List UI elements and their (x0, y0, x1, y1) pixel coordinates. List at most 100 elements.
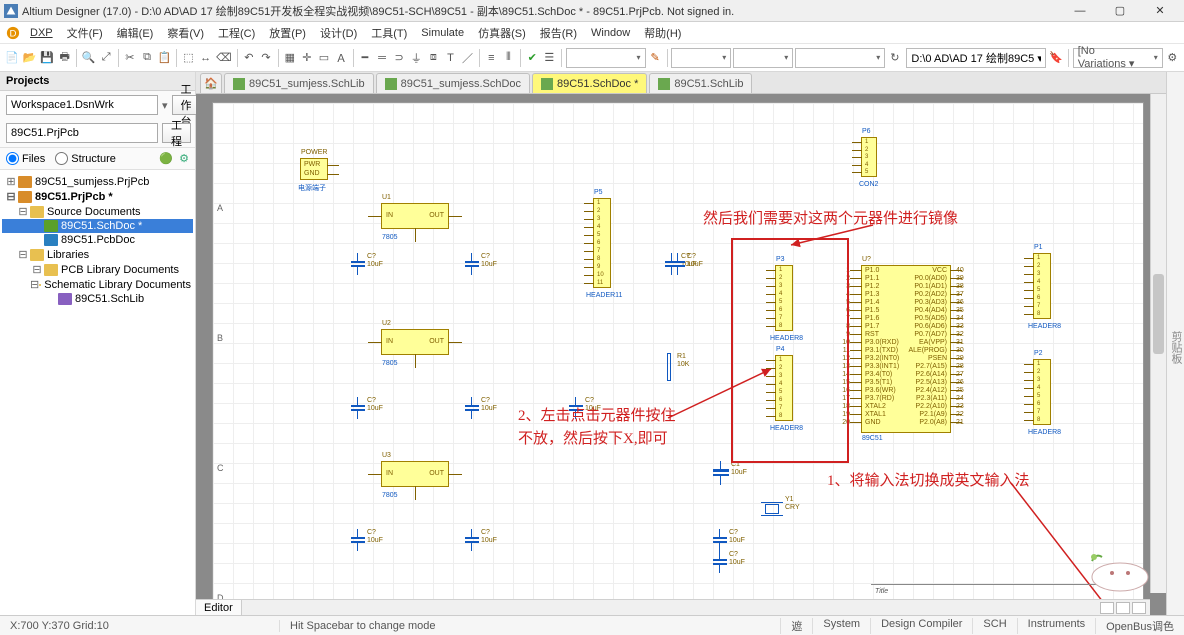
crystal-y1[interactable]: Y1 CRY (761, 498, 783, 522)
header-p2[interactable]: P2 HEADER8 12345678 (1033, 359, 1051, 425)
menu-file[interactable]: 文件(F) (60, 23, 110, 43)
filter-icon[interactable]: ☰ (542, 47, 557, 69)
refresh-tree-icon[interactable]: 🟢 (159, 152, 173, 165)
header-p5[interactable]: P5 HEADER11 1234567891011 (593, 198, 611, 288)
check-icon[interactable]: ✔ (525, 47, 540, 69)
part-icon[interactable]: ⧈ (426, 47, 441, 69)
paste-icon[interactable]: 📋 (157, 47, 173, 69)
refresh-icon[interactable]: ↻ (887, 47, 902, 69)
settings-tree-icon[interactable]: ⚙ (179, 152, 189, 165)
select-icon[interactable]: ⬚ (181, 47, 196, 69)
netlabel-icon[interactable]: Ａ (334, 47, 349, 69)
net-combo[interactable] (795, 48, 885, 68)
doc-tab[interactable]: 89C51_sumjess.SchLib (224, 73, 374, 93)
clear-icon[interactable]: ⌫ (215, 47, 233, 69)
save-icon[interactable]: 💾 (39, 47, 55, 69)
regulator-u1[interactable]: U1 IN OUT 7805 (381, 203, 449, 229)
menu-view[interactable]: 察看(V) (160, 23, 211, 43)
scrollbar-vertical[interactable] (1150, 94, 1166, 593)
project-input[interactable] (6, 123, 158, 143)
menu-sim[interactable]: 仿真器(S) (471, 23, 533, 43)
capacitor[interactable]: C? 10uF (463, 397, 481, 419)
port-icon[interactable]: ⊃ (392, 47, 407, 69)
close-button[interactable]: ✕ (1140, 1, 1180, 21)
status-cell[interactable]: Instruments (1017, 618, 1095, 634)
status-cell[interactable]: System (812, 618, 870, 634)
header-p1[interactable]: P1 HEADER8 12345678 (1033, 253, 1051, 319)
capacitor[interactable]: C? 10uF (349, 529, 367, 551)
capacitor[interactable]: C? 10uF (463, 253, 481, 275)
power-icon[interactable]: ⏚ (409, 47, 424, 69)
power-connector[interactable]: POWER PWR GND 电源端子 (300, 158, 328, 180)
capacitor[interactable]: C? 10uF (711, 529, 729, 551)
menu-report[interactable]: 报告(R) (533, 23, 584, 43)
doc-tab[interactable]: 89C51.SchDoc * (532, 73, 647, 93)
menu-tools[interactable]: 工具(T) (364, 23, 414, 43)
open-icon[interactable]: 📂 (22, 47, 38, 69)
chip-89c51[interactable]: U? 89C51 1 P1.0 2 P1.1 3 P1.2 4 P1.3 5 P… (861, 265, 951, 433)
tree-item[interactable]: 89C51.PcbDoc (2, 233, 193, 247)
tree-item[interactable]: ⊟Schematic Library Documents (2, 277, 193, 292)
bus-icon[interactable]: ═ (374, 47, 389, 69)
zoom-area-icon[interactable]: 🔍 (81, 47, 97, 69)
schematic-canvas[interactable]: A B C D POWER PWR GND 电源端子 U1 IN OUT (212, 102, 1144, 607)
header-p6[interactable]: P6 CON2 12345 (861, 137, 877, 177)
files-radio[interactable]: Files (6, 152, 45, 165)
cross-icon[interactable]: ✛ (299, 47, 314, 69)
sheet-icon[interactable]: ▭ (316, 47, 331, 69)
mini-clear-icon[interactable] (1132, 602, 1146, 614)
structure-radio[interactable]: Structure (55, 152, 116, 165)
tree-item[interactable]: 89C51.SchDoc * (2, 219, 193, 233)
menu-edit[interactable]: 编辑(E) (110, 23, 161, 43)
status-cell[interactable]: 遮 (780, 618, 812, 634)
print-icon[interactable]: 🖶 (57, 47, 72, 69)
maximize-button[interactable]: ▢ (1100, 1, 1140, 21)
style-combo[interactable] (733, 48, 793, 68)
menu-help[interactable]: 帮助(H) (637, 23, 688, 43)
undo-icon[interactable]: ↶ (241, 47, 256, 69)
right-strip[interactable]: 剪贴板 收藏夹 (1166, 72, 1184, 615)
capacitor[interactable]: C? 10uF (349, 397, 367, 419)
status-cell[interactable]: SCH (972, 618, 1016, 634)
menu-simulate[interactable]: Simulate (414, 25, 471, 41)
menu-design[interactable]: 设计(D) (313, 23, 364, 43)
rstrip-clipboard[interactable]: 剪贴板 (1168, 331, 1184, 364)
project-button[interactable]: 工程 (162, 123, 191, 143)
tree-item[interactable]: 89C51.SchLib (2, 292, 193, 306)
capacitor[interactable]: C? 10uF (711, 551, 729, 573)
mini-nav-icon[interactable] (1100, 602, 1114, 614)
capacitor[interactable]: C? 10uF (463, 529, 481, 551)
move-icon[interactable]: ↔ (198, 47, 213, 69)
status-cell[interactable]: Design Compiler (870, 618, 972, 634)
text-icon[interactable]: T (443, 47, 458, 69)
draw-icon[interactable]: ／ (460, 47, 475, 69)
regulator-u2[interactable]: U2 IN OUT 7805 (381, 329, 449, 355)
tree-item[interactable]: ⊟Source Documents (2, 204, 193, 219)
brush-icon[interactable]: ✎ (648, 47, 663, 69)
cut-icon[interactable]: ✂ (122, 47, 137, 69)
mask-combo[interactable] (566, 48, 646, 68)
doc-tab[interactable]: 89C51.SchLib (649, 73, 752, 93)
menu-place[interactable]: 放置(P) (262, 23, 313, 43)
doc-tab[interactable]: 89C51_sumjess.SchDoc (376, 73, 530, 93)
tree-item[interactable]: ⊟Libraries (2, 247, 193, 262)
redo-icon[interactable]: ↷ (258, 47, 273, 69)
tree-item[interactable]: ⊞89C51_sumjess.PrjPcb (2, 174, 193, 189)
project-tree[interactable]: ⊞89C51_sumjess.PrjPcb⊟89C51.PrjPcb *⊟Sou… (0, 170, 195, 615)
align-icon[interactable]: ≡ (484, 47, 499, 69)
grid-icon[interactable]: ▦ (282, 47, 297, 69)
zoom-fit-icon[interactable]: ⤢ (99, 47, 114, 69)
tree-item[interactable]: ⊟PCB Library Documents (2, 262, 193, 277)
copy-icon[interactable]: ⧉ (139, 47, 154, 69)
menu-project[interactable]: 工程(C) (211, 23, 262, 43)
var-icon[interactable]: ⚙ (1165, 47, 1180, 69)
capacitor-c1[interactable]: C1 10uF (711, 461, 731, 485)
regulator-u3[interactable]: U3 IN OUT 7805 (381, 461, 449, 487)
capacitor[interactable]: C? 10uF (349, 253, 367, 275)
status-cell[interactable]: OpenBus调色 (1095, 618, 1184, 634)
browse-icon[interactable]: 🔖 (1048, 47, 1064, 69)
capacitor[interactable]: C? 10uF (669, 253, 687, 275)
mini-mask-icon[interactable] (1116, 602, 1130, 614)
menu-dxp[interactable]: DXP (23, 25, 60, 41)
layer-combo[interactable] (671, 48, 731, 68)
